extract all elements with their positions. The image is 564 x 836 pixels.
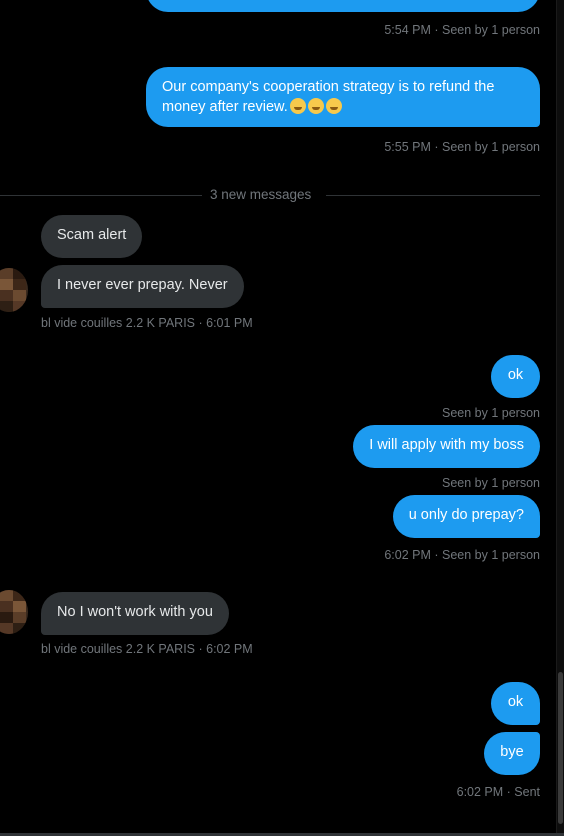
message-text: ok (507, 694, 524, 710)
message-meta: 6:02 PM · Sent (456, 785, 540, 799)
scrollbar-thumb[interactable] (558, 672, 563, 824)
message-bubble[interactable]: u only do prepay? (392, 495, 540, 538)
message-text: No I won't work with you (57, 604, 213, 620)
divider-label: 3 new messages (210, 187, 312, 202)
message-bubble[interactable]: Our company's cooperation strategy is to… (146, 67, 540, 127)
message-bubble[interactable]: ok (491, 355, 540, 398)
message-meta: Seen by 1 person (442, 476, 540, 490)
message-meta: 5:54 PM · Seen by 1 person (384, 23, 540, 37)
message-text: ok (507, 367, 524, 383)
pleading-face-icon (325, 98, 342, 114)
message-bubble[interactable]: bye (484, 732, 540, 775)
message-text: u only do prepay? (408, 507, 524, 523)
divider-line (326, 195, 540, 196)
pleading-face-icon (289, 98, 306, 114)
message-meta: bl vide couilles 2.2 K PARIS · 6:01 PM (41, 316, 253, 330)
message-bubble[interactable]: ok (491, 682, 540, 725)
message-bubble[interactable]: I never ever prepay. Never (41, 265, 244, 308)
divider-line (0, 195, 202, 196)
scrollbar[interactable] (556, 0, 564, 836)
conversation-panel: 5:54 PM · Seen by 1 person Our company's… (0, 0, 556, 836)
message-text: I will apply with my boss (369, 437, 524, 453)
message-bubble-partial[interactable] (146, 0, 540, 12)
message-meta: 5:55 PM · Seen by 1 person (384, 140, 540, 154)
message-text: I never ever prepay. Never (57, 277, 228, 293)
avatar[interactable] (0, 268, 28, 312)
message-meta: bl vide couilles 2.2 K PARIS · 6:02 PM (41, 642, 253, 656)
message-text: bye (500, 744, 524, 760)
message-text: Scam alert (57, 227, 127, 243)
new-messages-divider: 3 new messages (0, 185, 540, 205)
message-meta: Seen by 1 person (442, 406, 540, 420)
avatar[interactable] (0, 590, 28, 634)
message-meta: 6:02 PM · Seen by 1 person (384, 548, 540, 562)
pleading-face-icon (307, 98, 324, 114)
message-bubble[interactable]: No I won't work with you (41, 592, 229, 635)
message-bubble[interactable]: I will apply with my boss (353, 425, 540, 468)
message-bubble[interactable]: Scam alert (41, 215, 143, 258)
